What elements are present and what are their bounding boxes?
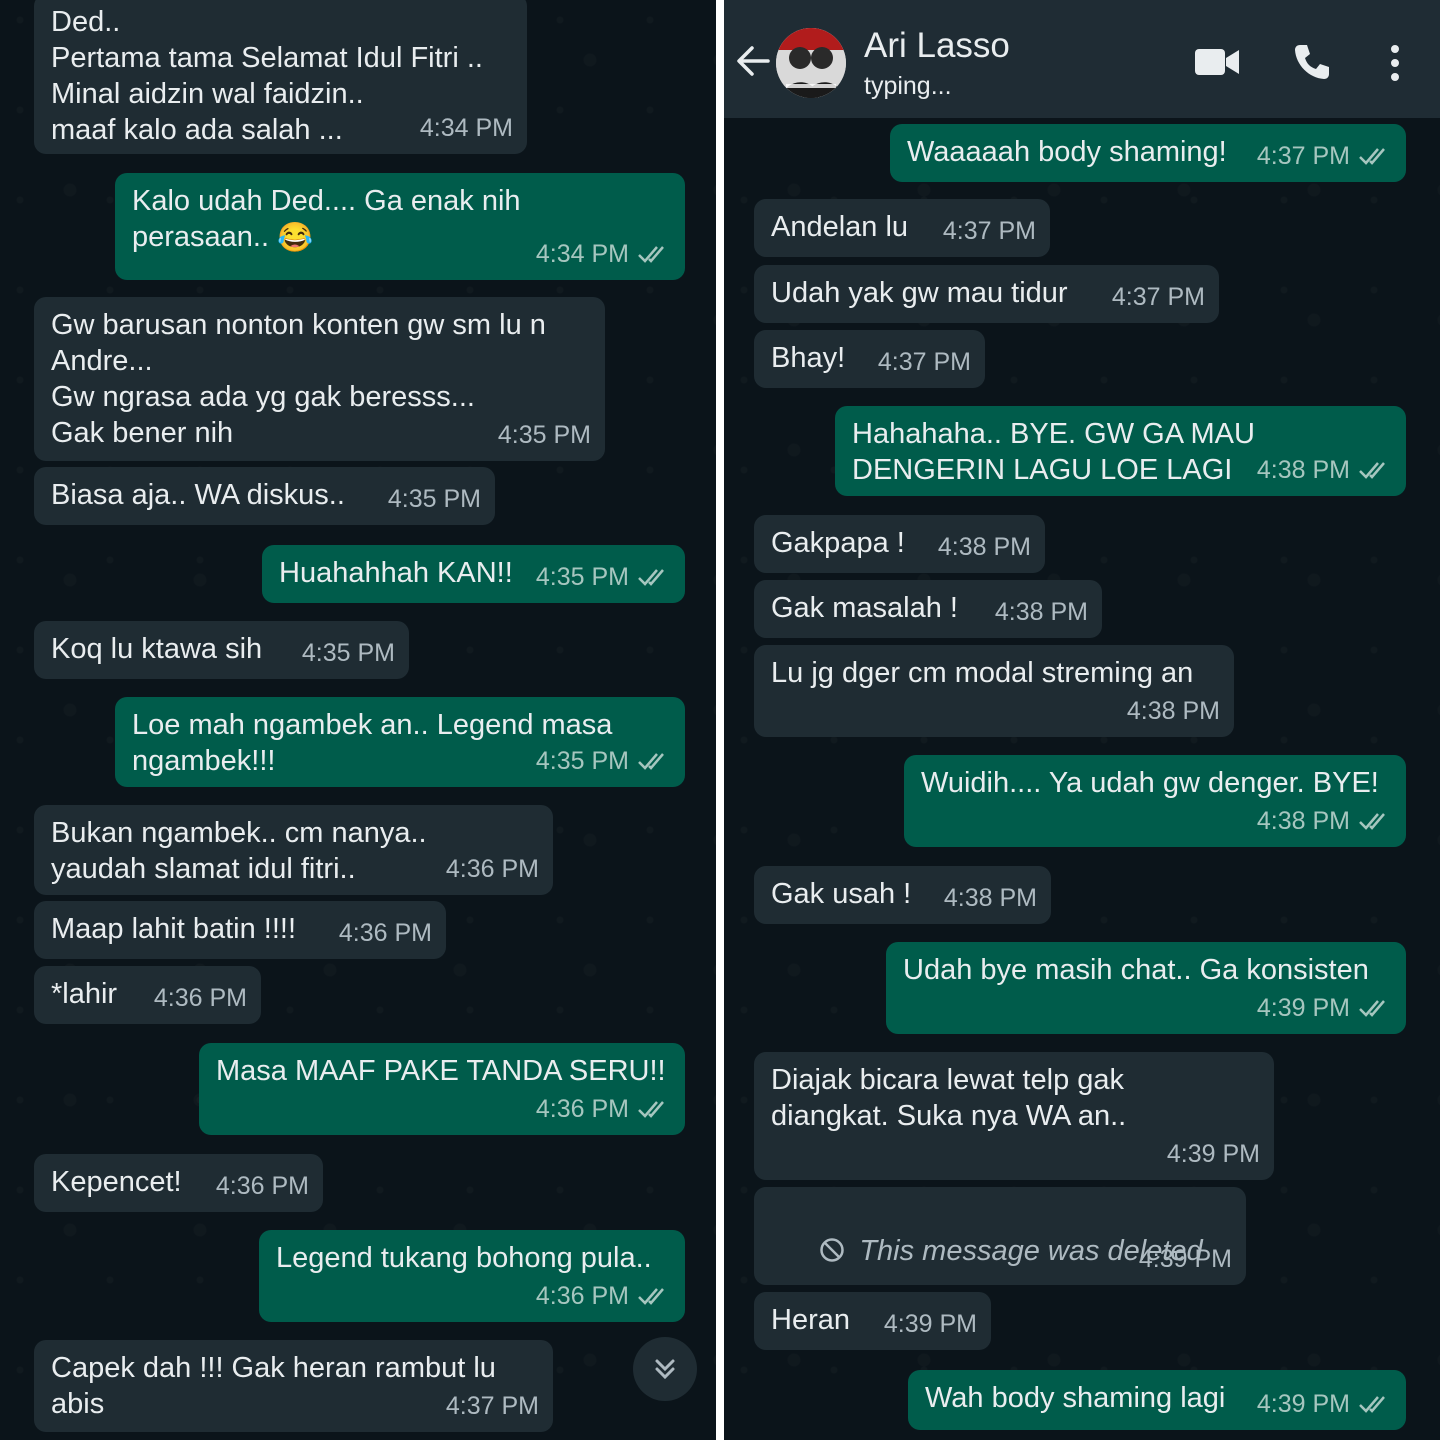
scroll-down-button[interactable] (633, 1337, 697, 1401)
message-bubble-outgoing[interactable]: Wuidih.... Ya udah gw denger. BYE! 4:38 … (904, 755, 1406, 847)
message-time: 4:35 PM (535, 747, 629, 775)
more-options-icon[interactable] (1388, 44, 1402, 82)
message-bubble-outgoing[interactable]: Kalo udah Ded.... Ga enak nih perasaan..… (115, 173, 685, 280)
message-bubble-outgoing[interactable]: Legend tukang bohong pula.. 4:36 PM (259, 1230, 685, 1322)
message-bubble-incoming[interactable]: Diajak bicara lewat telp gak diangkat. S… (754, 1052, 1274, 1180)
message-bubble-outgoing[interactable]: Huahahhah KAN!! 4:35 PM (262, 545, 685, 603)
message-bubble-incoming[interactable]: Bukan ngambek.. cm nanya.. yaudah slamat… (34, 805, 553, 895)
message-time: 4:39 PM (1138, 1245, 1232, 1273)
double-check-icon (1359, 813, 1385, 830)
message-time: 4:38 PM (937, 533, 1031, 561)
message-bubble-incoming[interactable]: Bhay! 4:37 PM (754, 330, 985, 388)
message-bubble-incoming[interactable]: Kepencet! 4:36 PM (34, 1154, 323, 1212)
contact-avatar-image (776, 28, 846, 98)
message-bubble-incoming[interactable]: Udah yak gw mau tidur 4:37 PM (754, 265, 1219, 323)
message-time: 4:35 PM (387, 485, 481, 513)
message-time: 4:36 PM (535, 1095, 629, 1123)
message-bubble-outgoing[interactable]: Udah bye masih chat.. Ga konsisten 4:39 … (886, 942, 1406, 1034)
deleted-message-bubble[interactable]: This message was deleted 4:39 PM (754, 1187, 1246, 1285)
message-bubble-outgoing[interactable]: Loe mah ngambek an.. Legend masa ngambek… (115, 697, 685, 787)
message-bubble-incoming[interactable]: Ded.. Pertama tama Selamat Idul Fitri ..… (34, 0, 527, 154)
double-check-icon (1359, 1000, 1385, 1017)
message-time: 4:36 PM (153, 984, 247, 1012)
message-time: 4:36 PM (445, 855, 539, 883)
message-bubble-outgoing[interactable]: Hahahaha.. BYE. GW GA MAU DENGERIN LAGU … (835, 406, 1406, 496)
message-time: 4:34 PM (419, 114, 513, 142)
double-check-icon (638, 1288, 664, 1305)
message-text: Udah bye masih chat.. Ga konsisten (903, 954, 1369, 986)
message-time: 4:37 PM (877, 348, 971, 376)
message-bubble-incoming[interactable]: Koq lu ktawa sih 4:35 PM (34, 621, 409, 679)
back-arrow-icon[interactable] (734, 42, 772, 80)
message-bubble-incoming[interactable]: Gakpapa ! 4:38 PM (754, 515, 1045, 573)
message-time: 4:36 PM (535, 1282, 629, 1310)
message-bubble-outgoing[interactable]: Waaaaah body shaming! 4:37 PM (890, 124, 1406, 182)
message-bubble-incoming[interactable]: Lu jg dger cm modal streming an 4:38 PM (754, 645, 1234, 737)
video-call-icon[interactable] (1194, 46, 1240, 78)
double-check-icon (638, 569, 664, 586)
message-time: 4:37 PM (1111, 283, 1205, 311)
scroll-down-icon (655, 1359, 675, 1380)
message-text: Kalo udah Ded.... Ga enak nih perasaan.. (132, 185, 521, 253)
message-bubble-incoming[interactable]: Gak usah ! 4:38 PM (754, 866, 1051, 924)
message-bubble-incoming[interactable]: *lahir 4:36 PM (34, 966, 261, 1024)
left-chat-panel: Ded.. Pertama tama Selamat Idul Fitri ..… (0, 0, 716, 1440)
message-bubble-incoming[interactable]: Gw barusan nonton konten gw sm lu n Andr… (34, 297, 605, 461)
double-check-icon (1359, 148, 1385, 165)
message-time: 4:34 PM (535, 240, 629, 268)
message-bubble-outgoing[interactable]: Masa MAAF PAKE TANDA SERU!! 4:36 PM (199, 1043, 685, 1135)
contact-avatar[interactable] (776, 28, 846, 98)
message-time: 4:38 PM (1256, 456, 1350, 484)
message-time: 4:39 PM (1166, 1140, 1260, 1168)
phone-call-icon[interactable] (1292, 42, 1332, 82)
laughing-emoji-icon: 😂 (277, 222, 314, 255)
message-time: 4:38 PM (1256, 807, 1350, 835)
message-bubble-outgoing[interactable]: Wah body shaming lagi 4:39 PM (908, 1370, 1406, 1430)
message-time: 4:36 PM (338, 919, 432, 947)
message-bubble-incoming[interactable]: Capek dah !!! Gak heran rambut lu abis 4… (34, 1340, 553, 1432)
double-check-icon (638, 1101, 664, 1118)
message-time: 4:38 PM (994, 598, 1088, 626)
message-text: Diajak bicara lewat telp gak diangkat. S… (771, 1064, 1127, 1132)
message-time: 4:39 PM (1256, 1390, 1350, 1418)
message-bubble-incoming[interactable]: Andelan lu 4:37 PM (754, 199, 1050, 257)
message-bubble-incoming[interactable]: Gak masalah ! 4:38 PM (754, 580, 1102, 638)
right-chat-panel: Ari Lasso typing... Waaaaah body shaming… (724, 0, 1440, 1440)
message-text: Legend tukang bohong pula.. (276, 1242, 652, 1274)
message-time: 4:35 PM (497, 421, 591, 449)
message-time: 4:38 PM (1126, 697, 1220, 725)
double-check-icon (638, 246, 664, 263)
message-bubble-incoming[interactable]: Maap lahit batin !!!! 4:36 PM (34, 901, 446, 959)
message-text: Masa MAAF PAKE TANDA SERU!! (216, 1055, 666, 1087)
deleted-message-icon (820, 1238, 845, 1262)
message-time: 4:37 PM (1256, 142, 1350, 170)
message-time: 4:35 PM (535, 563, 629, 591)
message-time: 4:35 PM (301, 639, 395, 667)
typing-status: typing... (864, 72, 952, 100)
message-text: Wuidih.... Ya udah gw denger. BYE! (921, 767, 1379, 799)
message-time: 4:36 PM (215, 1172, 309, 1200)
message-time: 4:37 PM (942, 217, 1036, 245)
message-bubble-incoming[interactable]: Heran 4:39 PM (754, 1292, 991, 1350)
message-bubble-incoming[interactable]: Biasa aja.. WA diskus.. 4:35 PM (34, 467, 495, 525)
panel-divider (716, 0, 724, 1440)
message-time: 4:37 PM (445, 1392, 539, 1420)
message-text: Lu jg dger cm modal streming an (771, 657, 1194, 689)
contact-name[interactable]: Ari Lasso (864, 26, 1010, 66)
message-time: 4:39 PM (883, 1310, 977, 1338)
double-check-icon (638, 753, 664, 770)
double-check-icon (1359, 462, 1385, 479)
double-check-icon (1359, 1396, 1385, 1413)
message-time: 4:38 PM (943, 884, 1037, 912)
message-time: 4:39 PM (1256, 994, 1350, 1022)
